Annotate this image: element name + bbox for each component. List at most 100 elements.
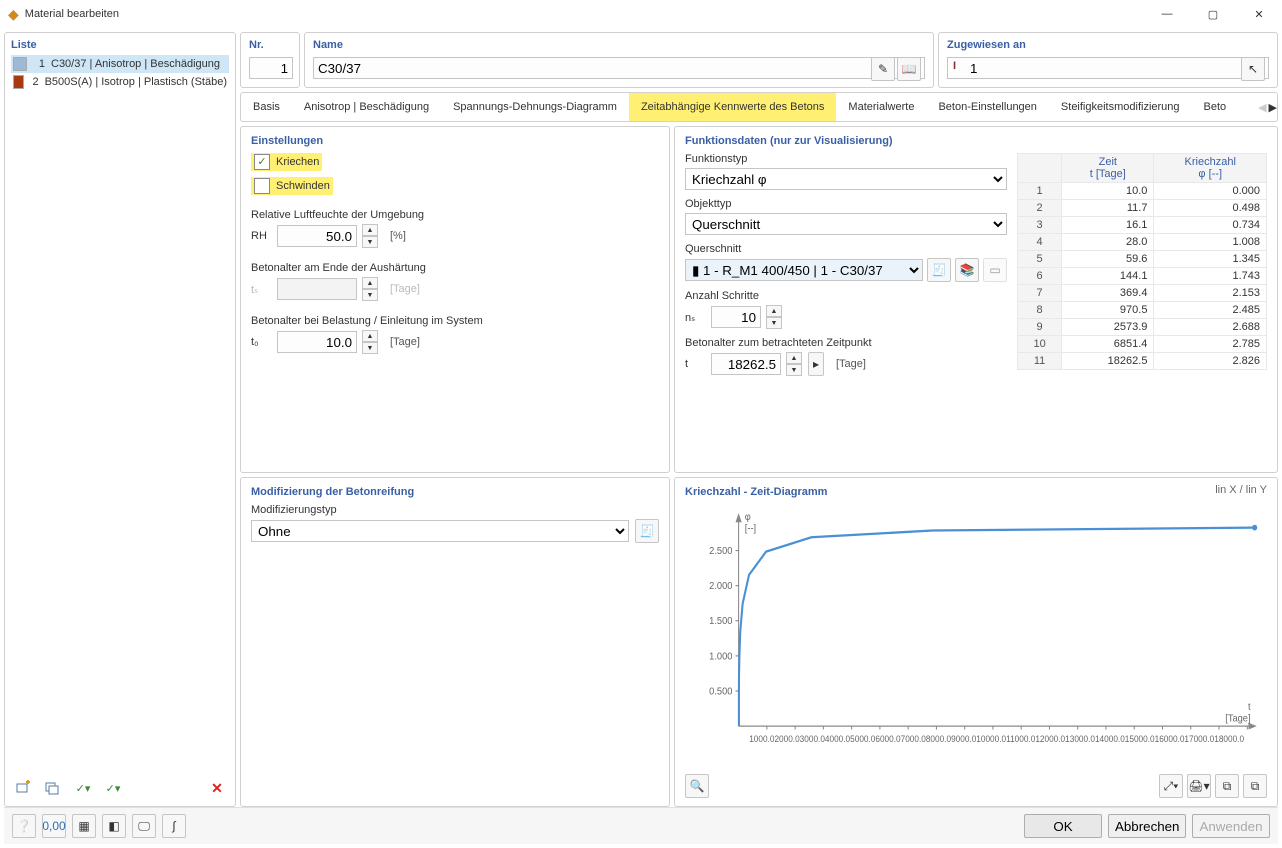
close-button[interactable]: ✕	[1236, 0, 1282, 28]
list-heading: Liste	[11, 39, 229, 51]
svg-text:1000.02000.03000.04000.05000.0: 1000.02000.03000.04000.05000.06000.07000…	[749, 734, 1244, 744]
name-field-group: Name ✎ 📖	[304, 32, 934, 88]
tab[interactable]: Beto	[1192, 93, 1239, 121]
mod-type-button[interactable]: 🧾	[635, 519, 659, 543]
t0-unit: [Tage]	[390, 336, 420, 348]
ts-spinner: ▲▼	[362, 277, 378, 301]
rh-spinner[interactable]: ▲▼	[362, 224, 378, 248]
check-button-1[interactable]: ✓▾	[71, 776, 95, 800]
function-data-panel: Funktionsdaten (nur zur Visualisierung) …	[674, 126, 1278, 473]
library-button[interactable]: 📖	[897, 57, 921, 81]
chart-zoom-button[interactable]: 🔍	[685, 774, 709, 798]
assigned-field-group: Zugewiesen an I ↖	[938, 32, 1278, 88]
table-row: 428.01.008	[1018, 234, 1267, 251]
col-time: Zeitt [Tage]	[1062, 154, 1154, 183]
col-creep: Kriechzahlφ [--]	[1154, 154, 1267, 183]
chart-svg: 0.5001.0001.5002.0002.5001000.02000.0300…	[687, 504, 1265, 766]
dialog-bottom-bar: ❔ 0,00 ▦ ◧ 🖵 ∫ OK Abbrechen Anwenden	[4, 807, 1278, 844]
steps-input[interactable]	[711, 306, 761, 328]
tab[interactable]: Beton-Einstellungen	[926, 93, 1048, 121]
table-row: 110.00.000	[1018, 183, 1267, 200]
tab[interactable]: Spannungs-Dehnungs-Diagramm	[441, 93, 629, 121]
cancel-button[interactable]: Abbrechen	[1108, 814, 1186, 838]
t-next-button[interactable]: ▸	[808, 352, 824, 376]
list-item[interactable]: 1C30/37 | Anisotrop | Beschädigung	[11, 55, 229, 73]
t-input[interactable]	[711, 353, 781, 375]
t-spinner[interactable]: ▲▼	[786, 352, 802, 376]
script-button[interactable]: ∫	[162, 814, 186, 838]
cs-select[interactable]: ▮ 1 - R_M1 400/450 | 1 - C30/37	[685, 259, 923, 281]
units-button[interactable]: 0,00	[42, 814, 66, 838]
tab[interactable]: Zeitabhängige Kennwerte des Betons	[629, 93, 836, 121]
ok-button[interactable]: OK	[1024, 814, 1102, 838]
t-symbol: t	[685, 358, 705, 370]
tab[interactable]: Steifigkeitsmodifizierung	[1049, 93, 1192, 121]
tab-row: BasisAnisotrop | BeschädigungSpannungs-D…	[240, 92, 1278, 122]
creep-checkbox[interactable]	[254, 154, 270, 170]
nr-label: Nr.	[249, 39, 291, 51]
minimize-button[interactable]: —	[1144, 0, 1190, 28]
cs-new-button[interactable]: ▭	[983, 258, 1007, 282]
list-item[interactable]: 2B500S(A) | Isotrop | Plastisch (Stäbe)	[11, 73, 229, 91]
nr-field-group: Nr.	[240, 32, 300, 88]
help-button[interactable]: ❔	[12, 814, 36, 838]
maximize-button[interactable]: ▢	[1190, 0, 1236, 28]
svg-text:t: t	[1248, 702, 1251, 714]
t0-spinner[interactable]: ▲▼	[362, 330, 378, 354]
new-item-button[interactable]	[11, 776, 35, 800]
function-data-title: Funktionsdaten (nur zur Visualisierung)	[685, 135, 1267, 147]
cs-lib-button[interactable]: 📚	[955, 258, 979, 282]
settings-title: Einstellungen	[251, 135, 659, 147]
steps-label: Anzahl Schritte	[685, 290, 1007, 302]
tab-scroll-right-icon[interactable]: ▶	[1269, 101, 1277, 114]
chart-print-button[interactable]: 🖨▾	[1187, 774, 1211, 798]
svg-text:2.500: 2.500	[709, 546, 733, 558]
colors-button[interactable]: ▦	[72, 814, 96, 838]
tab-scroll-left-icon[interactable]: ◀	[1258, 101, 1266, 114]
table-row: 6144.11.743	[1018, 268, 1267, 285]
view-button[interactable]: ◧	[102, 814, 126, 838]
nr-input[interactable]	[249, 57, 293, 79]
swatch-icon	[13, 57, 27, 71]
otype-select[interactable]: Querschnitt	[685, 213, 1007, 235]
copy-item-button[interactable]	[41, 776, 65, 800]
chart-axis-toggle[interactable]: lin X / lin Y	[1215, 484, 1267, 496]
check-button-2[interactable]: ✓▾	[101, 776, 125, 800]
cs-props-button[interactable]: 🧾	[927, 258, 951, 282]
assigned-input[interactable]	[947, 57, 1269, 79]
assigned-label: Zugewiesen an	[947, 39, 1269, 51]
svg-text:φ: φ	[745, 512, 751, 524]
display-button[interactable]: 🖵	[132, 814, 156, 838]
material-list-panel: Liste 1C30/37 | Anisotrop | Beschädigung…	[4, 32, 236, 807]
shrink-checkbox[interactable]	[254, 178, 270, 194]
app-icon: ◆	[8, 6, 19, 23]
tab[interactable]: Materialwerte	[836, 93, 926, 121]
modification-panel: Modifizierung der Betonreifung Modifizie…	[240, 477, 670, 807]
tab[interactable]: Anisotrop | Beschädigung	[292, 93, 441, 121]
rh-symbol: RH	[251, 230, 271, 242]
shrink-label: Schwinden	[276, 180, 330, 192]
svg-text:[--]: [--]	[745, 523, 757, 535]
svg-text:1.000: 1.000	[709, 651, 733, 663]
title-bar: ◆ Material bearbeiten — ▢ ✕	[0, 0, 1282, 28]
table-row: 7369.42.153	[1018, 285, 1267, 302]
name-input[interactable]	[313, 57, 925, 79]
ts-title: Betonalter am Ende der Aushärtung	[251, 262, 659, 274]
steps-spinner[interactable]: ▲▼	[766, 305, 782, 329]
creep-label: Kriechen	[276, 156, 319, 168]
chart-axes-button[interactable]: ⤢▾	[1159, 774, 1183, 798]
apply-button: Anwenden	[1192, 814, 1270, 838]
svg-text:1.500: 1.500	[709, 616, 733, 628]
t-unit: [Tage]	[836, 358, 866, 370]
t0-title: Betonalter bei Belastung / Einleitung im…	[251, 315, 659, 327]
chart-export-2-button[interactable]: ⧉	[1243, 774, 1267, 798]
t0-input[interactable]	[277, 331, 357, 353]
chart-export-1-button[interactable]: ⧉	[1215, 774, 1239, 798]
edit-name-button[interactable]: ✎	[871, 57, 895, 81]
rh-input[interactable]	[277, 225, 357, 247]
tab[interactable]: Basis	[241, 93, 292, 121]
delete-item-button[interactable]: ✕	[205, 776, 229, 800]
mod-type-select[interactable]: Ohne	[251, 520, 629, 542]
ftype-select[interactable]: Kriechzahl φ	[685, 168, 1007, 190]
pick-assigned-button[interactable]: ↖	[1241, 57, 1265, 81]
